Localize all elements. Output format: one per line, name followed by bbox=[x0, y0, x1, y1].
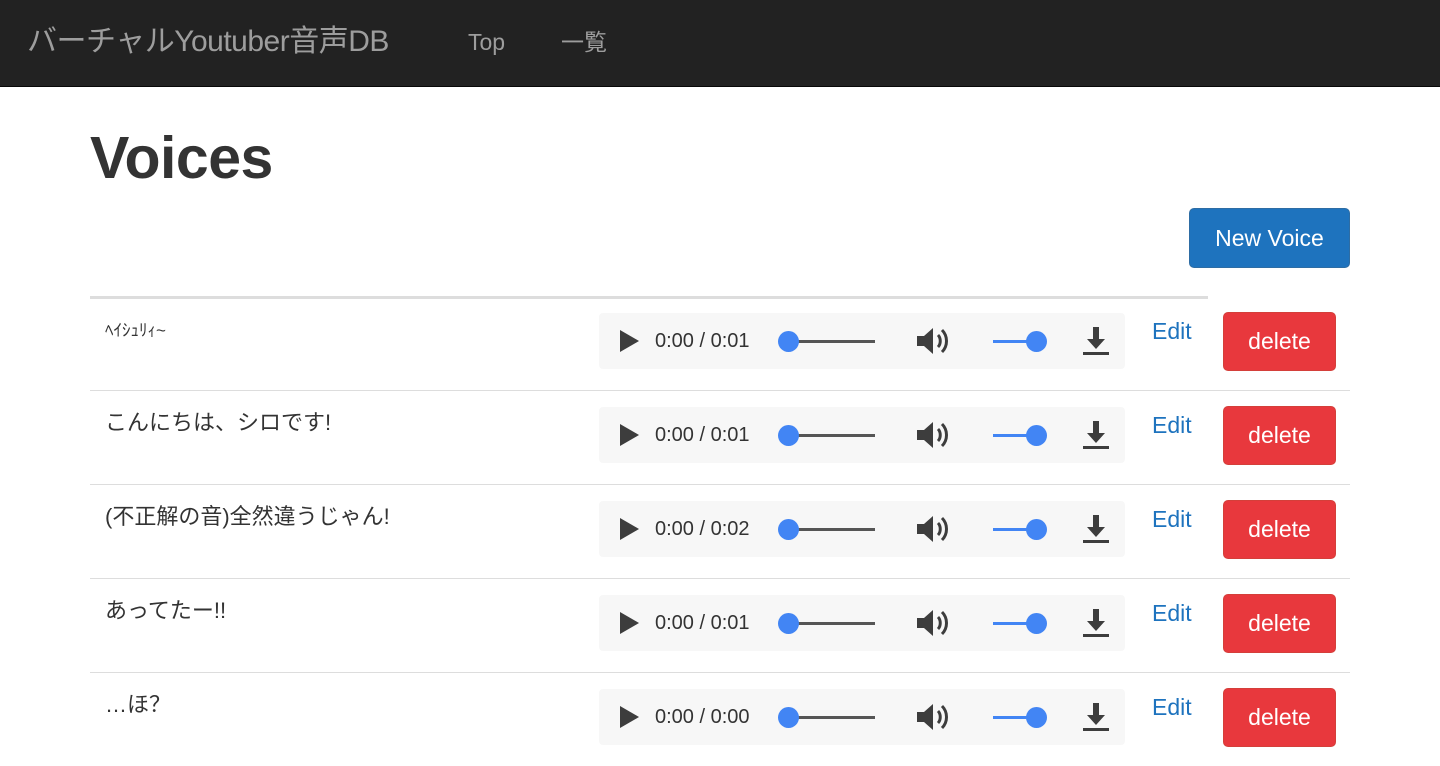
seek-handle[interactable] bbox=[778, 613, 799, 634]
row-divider bbox=[90, 484, 1350, 485]
play-icon[interactable] bbox=[620, 518, 639, 540]
volume-handle[interactable] bbox=[1026, 519, 1047, 540]
volume-handle[interactable] bbox=[1026, 331, 1047, 352]
table-row: …ほ？ 0:00 / 0:00 Edit delete bbox=[90, 672, 1350, 766]
audio-player[interactable]: 0:00 / 0:01 bbox=[599, 313, 1125, 369]
audio-time: 0:00 / 0:00 bbox=[655, 706, 750, 728]
play-icon[interactable] bbox=[620, 424, 639, 446]
seek-bar[interactable] bbox=[789, 434, 875, 437]
audio-time: 0:00 / 0:02 bbox=[655, 518, 750, 540]
edit-link[interactable]: Edit bbox=[1152, 693, 1192, 721]
delete-button[interactable]: delete bbox=[1223, 500, 1336, 559]
volume-icon[interactable] bbox=[915, 513, 951, 545]
seek-handle[interactable] bbox=[778, 331, 799, 352]
voice-name: ﾍｲｼｭﾘｨ~ bbox=[105, 321, 166, 340]
volume-handle[interactable] bbox=[1026, 425, 1047, 446]
volume-icon[interactable] bbox=[915, 325, 951, 357]
audio-player[interactable]: 0:00 / 0:01 bbox=[599, 595, 1125, 651]
row-divider bbox=[90, 390, 1350, 391]
table-row: ﾍｲｼｭﾘｨ~ 0:00 / 0:01 Edit delete bbox=[90, 296, 1350, 390]
download-icon[interactable] bbox=[1082, 701, 1110, 733]
delete-button[interactable]: delete bbox=[1223, 688, 1336, 747]
voice-name: あってたー!! bbox=[105, 598, 227, 623]
table-row: あってたー!! 0:00 / 0:01 Edit delete bbox=[90, 578, 1350, 672]
download-icon[interactable] bbox=[1082, 419, 1110, 451]
delete-button[interactable]: delete bbox=[1223, 312, 1336, 371]
seek-handle[interactable] bbox=[778, 425, 799, 446]
download-icon[interactable] bbox=[1082, 325, 1110, 357]
nav-link-list[interactable]: 一覧 bbox=[561, 27, 607, 57]
play-icon[interactable] bbox=[620, 612, 639, 634]
volume-icon[interactable] bbox=[915, 419, 951, 451]
volume-handle[interactable] bbox=[1026, 613, 1047, 634]
brand-link[interactable]: バーチャルYoutuber音声DB bbox=[27, 20, 389, 64]
volume-handle[interactable] bbox=[1026, 707, 1047, 728]
new-voice-button[interactable]: New Voice bbox=[1189, 208, 1350, 268]
navbar: バーチャルYoutuber音声DB Top 一覧 bbox=[0, 0, 1440, 87]
audio-player[interactable]: 0:00 / 0:00 bbox=[599, 689, 1125, 745]
edit-link[interactable]: Edit bbox=[1152, 317, 1192, 345]
voice-name: こんにちは、シロです! bbox=[105, 410, 332, 435]
play-icon[interactable] bbox=[620, 706, 639, 728]
table-row: こんにちは、シロです! 0:00 / 0:01 Edit delete bbox=[90, 390, 1350, 484]
volume-icon[interactable] bbox=[915, 607, 951, 639]
seek-bar[interactable] bbox=[789, 622, 875, 625]
seek-bar[interactable] bbox=[789, 340, 875, 343]
audio-time: 0:00 / 0:01 bbox=[655, 612, 750, 634]
volume-icon[interactable] bbox=[915, 701, 951, 733]
row-divider bbox=[90, 578, 1350, 579]
delete-button[interactable]: delete bbox=[1223, 594, 1336, 653]
voice-name: (不正解の音)全然違うじゃん! bbox=[105, 504, 390, 529]
page-title: Voices bbox=[90, 125, 273, 191]
seek-handle[interactable] bbox=[778, 707, 799, 728]
download-icon[interactable] bbox=[1082, 513, 1110, 545]
edit-link[interactable]: Edit bbox=[1152, 505, 1192, 533]
audio-player[interactable]: 0:00 / 0:01 bbox=[599, 407, 1125, 463]
edit-link[interactable]: Edit bbox=[1152, 411, 1192, 439]
seek-handle[interactable] bbox=[778, 519, 799, 540]
download-icon[interactable] bbox=[1082, 607, 1110, 639]
play-icon[interactable] bbox=[620, 330, 639, 352]
seek-bar[interactable] bbox=[789, 528, 875, 531]
seek-bar[interactable] bbox=[789, 716, 875, 719]
nav-link-top[interactable]: Top bbox=[468, 27, 505, 57]
audio-player[interactable]: 0:00 / 0:02 bbox=[599, 501, 1125, 557]
audio-time: 0:00 / 0:01 bbox=[655, 330, 750, 352]
delete-button[interactable]: delete bbox=[1223, 406, 1336, 465]
voice-name: …ほ？ bbox=[105, 692, 172, 717]
table-row: (不正解の音)全然違うじゃん! 0:00 / 0:02 Edit delete bbox=[90, 484, 1350, 578]
audio-time: 0:00 / 0:01 bbox=[655, 424, 750, 446]
row-divider bbox=[90, 672, 1350, 673]
edit-link[interactable]: Edit bbox=[1152, 599, 1192, 627]
